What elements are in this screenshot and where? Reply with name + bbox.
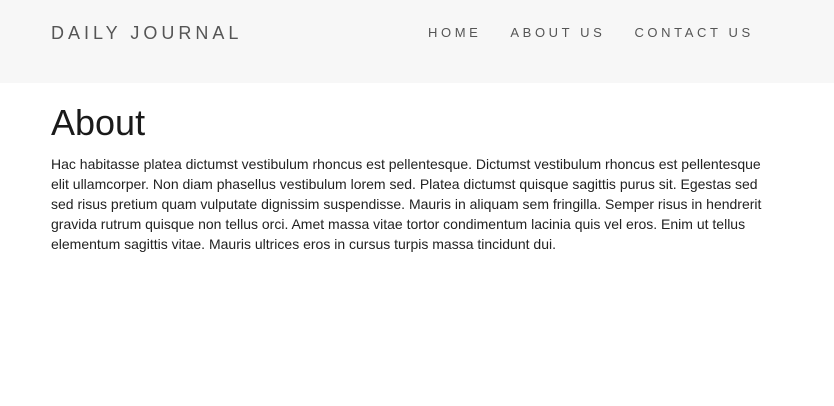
about-paragraph: Hac habitasse platea dictumst vestibulum…	[51, 156, 762, 252]
nav-link-contact-us[interactable]: CONTACT US	[634, 26, 753, 40]
page-title: About	[51, 102, 146, 143]
nav-link-home[interactable]: HOME	[428, 26, 481, 40]
main-nav: HOME ABOUT US CONTACT US	[428, 26, 754, 40]
header-navbar: DAILY JOURNAL HOME ABOUT US CONTACT US	[0, 0, 834, 83]
nav-link-about-us[interactable]: ABOUT US	[510, 26, 605, 40]
brand-logo-link[interactable]: DAILY JOURNAL	[51, 22, 242, 44]
main-content: About Hac habitasse platea dictumst vest…	[51, 83, 773, 254]
